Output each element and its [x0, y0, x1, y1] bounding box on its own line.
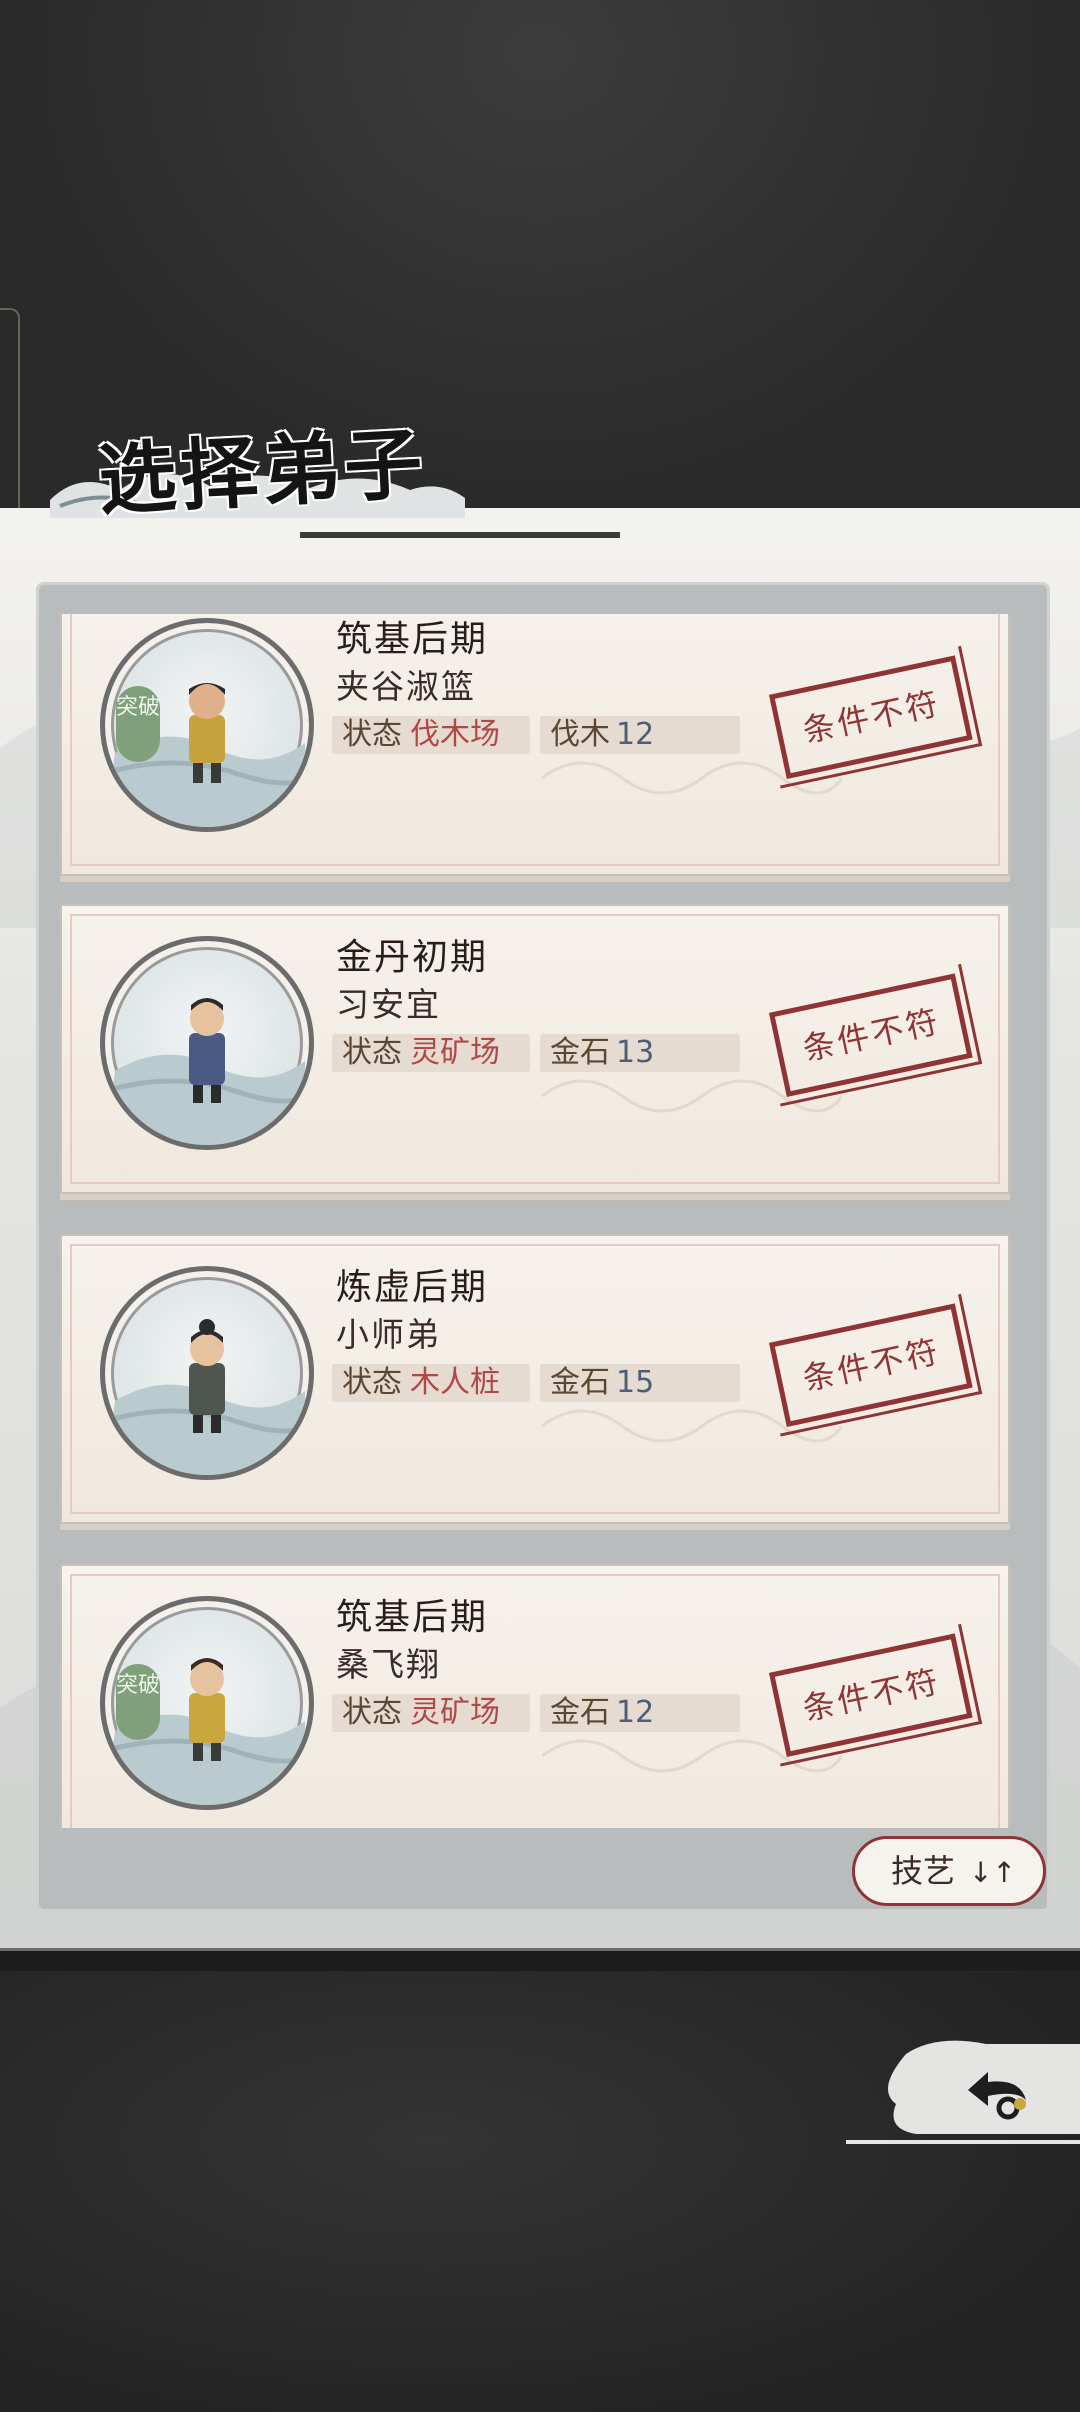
status-chip: 状态 灵矿场	[332, 1034, 530, 1072]
status-value: 伐木场	[410, 717, 500, 752]
status-label: 状态	[342, 1035, 402, 1070]
status-value: 灵矿场	[410, 1035, 500, 1070]
disciple-avatar-icon	[100, 1266, 314, 1480]
sort-arrows-icon: ↓↑	[969, 1856, 1016, 1889]
disciple-card[interactable]: 金丹初期 习安宜 状态 灵矿场 金石 13 条件不符	[60, 904, 1010, 1194]
resource-chip: 金石 12	[540, 1694, 740, 1732]
status-chip: 状态 木人桩	[332, 1364, 530, 1402]
disciple-name: 夹谷淑篮	[336, 667, 476, 706]
breakthrough-badge: 突破	[116, 686, 160, 762]
disciple-name: 桑飞翔	[336, 1645, 441, 1684]
back-arrow-icon	[968, 2072, 1026, 2120]
title-underline	[300, 532, 620, 538]
resource-name: 金石	[550, 1695, 610, 1730]
resource-value: 13	[616, 1035, 655, 1070]
disciple-realm: 金丹初期	[336, 937, 489, 978]
disciple-card[interactable]: 炼虚后期 小师弟 状态 木人桩 金石 15 条件不符	[60, 1234, 1010, 1524]
resource-name: 金石	[550, 1365, 610, 1400]
resource-chip: 金石 15	[540, 1364, 740, 1402]
disciple-card[interactable]: 突破 筑基后期 夹谷淑篮 状态 伐木场 伐木 12 条件不符	[60, 614, 1010, 876]
status-label: 状态	[342, 717, 402, 752]
disciple-realm: 筑基后期	[336, 1597, 489, 1638]
page-title: 选择弟子	[96, 418, 429, 527]
bottom-background	[0, 1960, 1080, 2412]
status-label: 状态	[342, 1365, 402, 1400]
status-chip: 状态 灵矿场	[332, 1694, 530, 1732]
sort-button-label: 技艺	[891, 1852, 956, 1890]
breakthrough-badge: 突破	[116, 1664, 160, 1740]
resource-value: 15	[616, 1365, 655, 1400]
disciple-realm: 筑基后期	[336, 619, 489, 660]
resource-chip: 金石 13	[540, 1034, 740, 1072]
resource-value: 12	[616, 1695, 655, 1730]
back-underline	[846, 2140, 1080, 2144]
resource-name: 伐木	[550, 717, 610, 752]
resource-chip: 伐木 12	[540, 716, 740, 754]
resource-value: 12	[616, 717, 655, 752]
status-value: 木人桩	[410, 1365, 500, 1400]
panel-bottom-border	[0, 1948, 1080, 1971]
disciple-name: 小师弟	[336, 1315, 441, 1354]
resource-name: 金石	[550, 1035, 610, 1070]
disciple-list[interactable]: 突破 筑基后期 夹谷淑篮 状态 伐木场 伐木 12 条件不符 金丹初期 习安宜 …	[60, 614, 1016, 1828]
status-value: 灵矿场	[410, 1695, 500, 1730]
status-label: 状态	[342, 1695, 402, 1730]
title-banner: 选择弟子	[40, 400, 480, 530]
disciple-avatar-icon	[100, 936, 314, 1150]
back-button[interactable]	[960, 2060, 1040, 2126]
disciple-name: 习安宜	[336, 985, 441, 1024]
sort-skill-button[interactable]: 技艺 ↓↑	[852, 1836, 1046, 1906]
disciple-realm: 炼虚后期	[336, 1267, 489, 1308]
status-chip: 状态 伐木场	[332, 716, 530, 754]
disciple-card[interactable]: 突破 筑基后期 桑飞翔 状态 灵矿场 金石 12 条件不符	[60, 1564, 1010, 1828]
